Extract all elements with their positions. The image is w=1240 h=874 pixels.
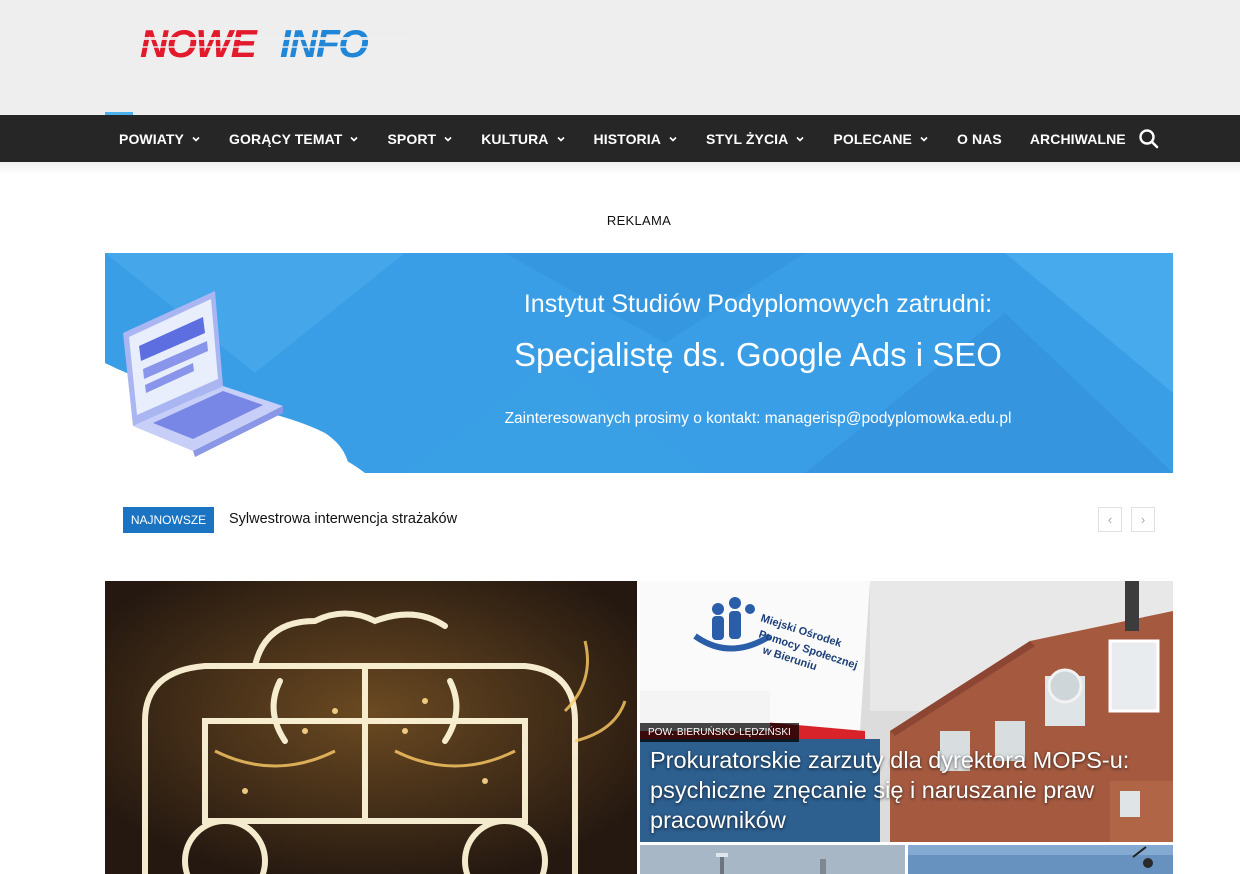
- nav-item-sport[interactable]: SPORT: [373, 115, 467, 162]
- featured-image-left[interactable]: [105, 581, 637, 874]
- featured-image-small-1[interactable]: [640, 845, 905, 874]
- nav-item-archiwalne[interactable]: ARCHIWALNE: [1016, 115, 1140, 162]
- chevron-down-icon: [795, 134, 805, 144]
- nav-item-label: SPORT: [387, 130, 437, 147]
- chevron-down-icon: [349, 134, 359, 144]
- nav-item-powiaty[interactable]: POWIATY: [105, 115, 215, 162]
- svg-text:NOWE: NOWE: [140, 23, 258, 64]
- nav-shadow: [0, 162, 1240, 174]
- nav-item-o-nas[interactable]: O NAS: [943, 115, 1016, 162]
- nav-item-label: ARCHIWALNE: [1029, 130, 1126, 147]
- chevron-down-icon: [191, 134, 201, 144]
- nav-item-label: O NAS: [956, 130, 1002, 147]
- nav-item-label: GORĄCY TEMAT: [229, 130, 343, 147]
- nav-item-label: POWIATY: [119, 130, 184, 147]
- chevron-down-icon: [919, 134, 929, 144]
- site-logo[interactable]: NOWE INFO: [138, 22, 413, 64]
- featured-image-small-2[interactable]: [908, 845, 1173, 874]
- nav-item-label: STYL ŻYCIA: [705, 130, 789, 147]
- featured-category-tag[interactable]: POW. BIERUŃSKO-LĘDZIŃSKI: [640, 723, 799, 742]
- search-icon[interactable]: [1136, 126, 1162, 152]
- nav-item-kultura[interactable]: KULTURA: [467, 115, 579, 162]
- nav-item-polecane[interactable]: POLECANE: [819, 115, 943, 162]
- ticker-next-button[interactable]: ›: [1131, 507, 1155, 532]
- ad-title: Instytut Studiów Podyplomowych zatrudni:: [523, 290, 993, 318]
- ad-label: REKLAMA: [606, 213, 672, 228]
- chevron-down-icon: [668, 134, 678, 144]
- ad-headline: Specjalistę ds. Google Ads i SEO: [514, 336, 1002, 373]
- latest-headline-link[interactable]: Sylwestrowa interwencja strażaków: [229, 511, 457, 527]
- ad-contact: Zainteresowanych prosimy o kontakt: mana…: [504, 410, 1012, 427]
- chevron-right-icon: ›: [1140, 512, 1146, 527]
- nav-item-historia[interactable]: HISTORIA: [580, 115, 692, 162]
- chevron-left-icon: ‹: [1107, 512, 1113, 527]
- nav-item-gorący-temat[interactable]: GORĄCY TEMAT: [215, 115, 373, 162]
- svg-text:INFO: INFO: [280, 23, 368, 64]
- chevron-down-icon: [556, 134, 566, 144]
- nav-item-styl-życia[interactable]: STYL ŻYCIA: [692, 115, 819, 162]
- nav-item-label: POLECANE: [833, 130, 912, 147]
- featured-title[interactable]: Prokuratorskie zarzuty dla dyrektora MOP…: [650, 745, 1160, 835]
- nav-item-label: HISTORIA: [593, 130, 661, 147]
- chevron-down-icon: [443, 134, 453, 144]
- ticker-prev-button[interactable]: ‹: [1098, 507, 1122, 532]
- main-menu: POWIATY GORĄCY TEMAT SPORT KULTURA HISTORIA S…: [105, 115, 1140, 162]
- latest-badge: NAJNOWSZE: [123, 507, 214, 533]
- nav-item-label: KULTURA: [481, 130, 549, 147]
